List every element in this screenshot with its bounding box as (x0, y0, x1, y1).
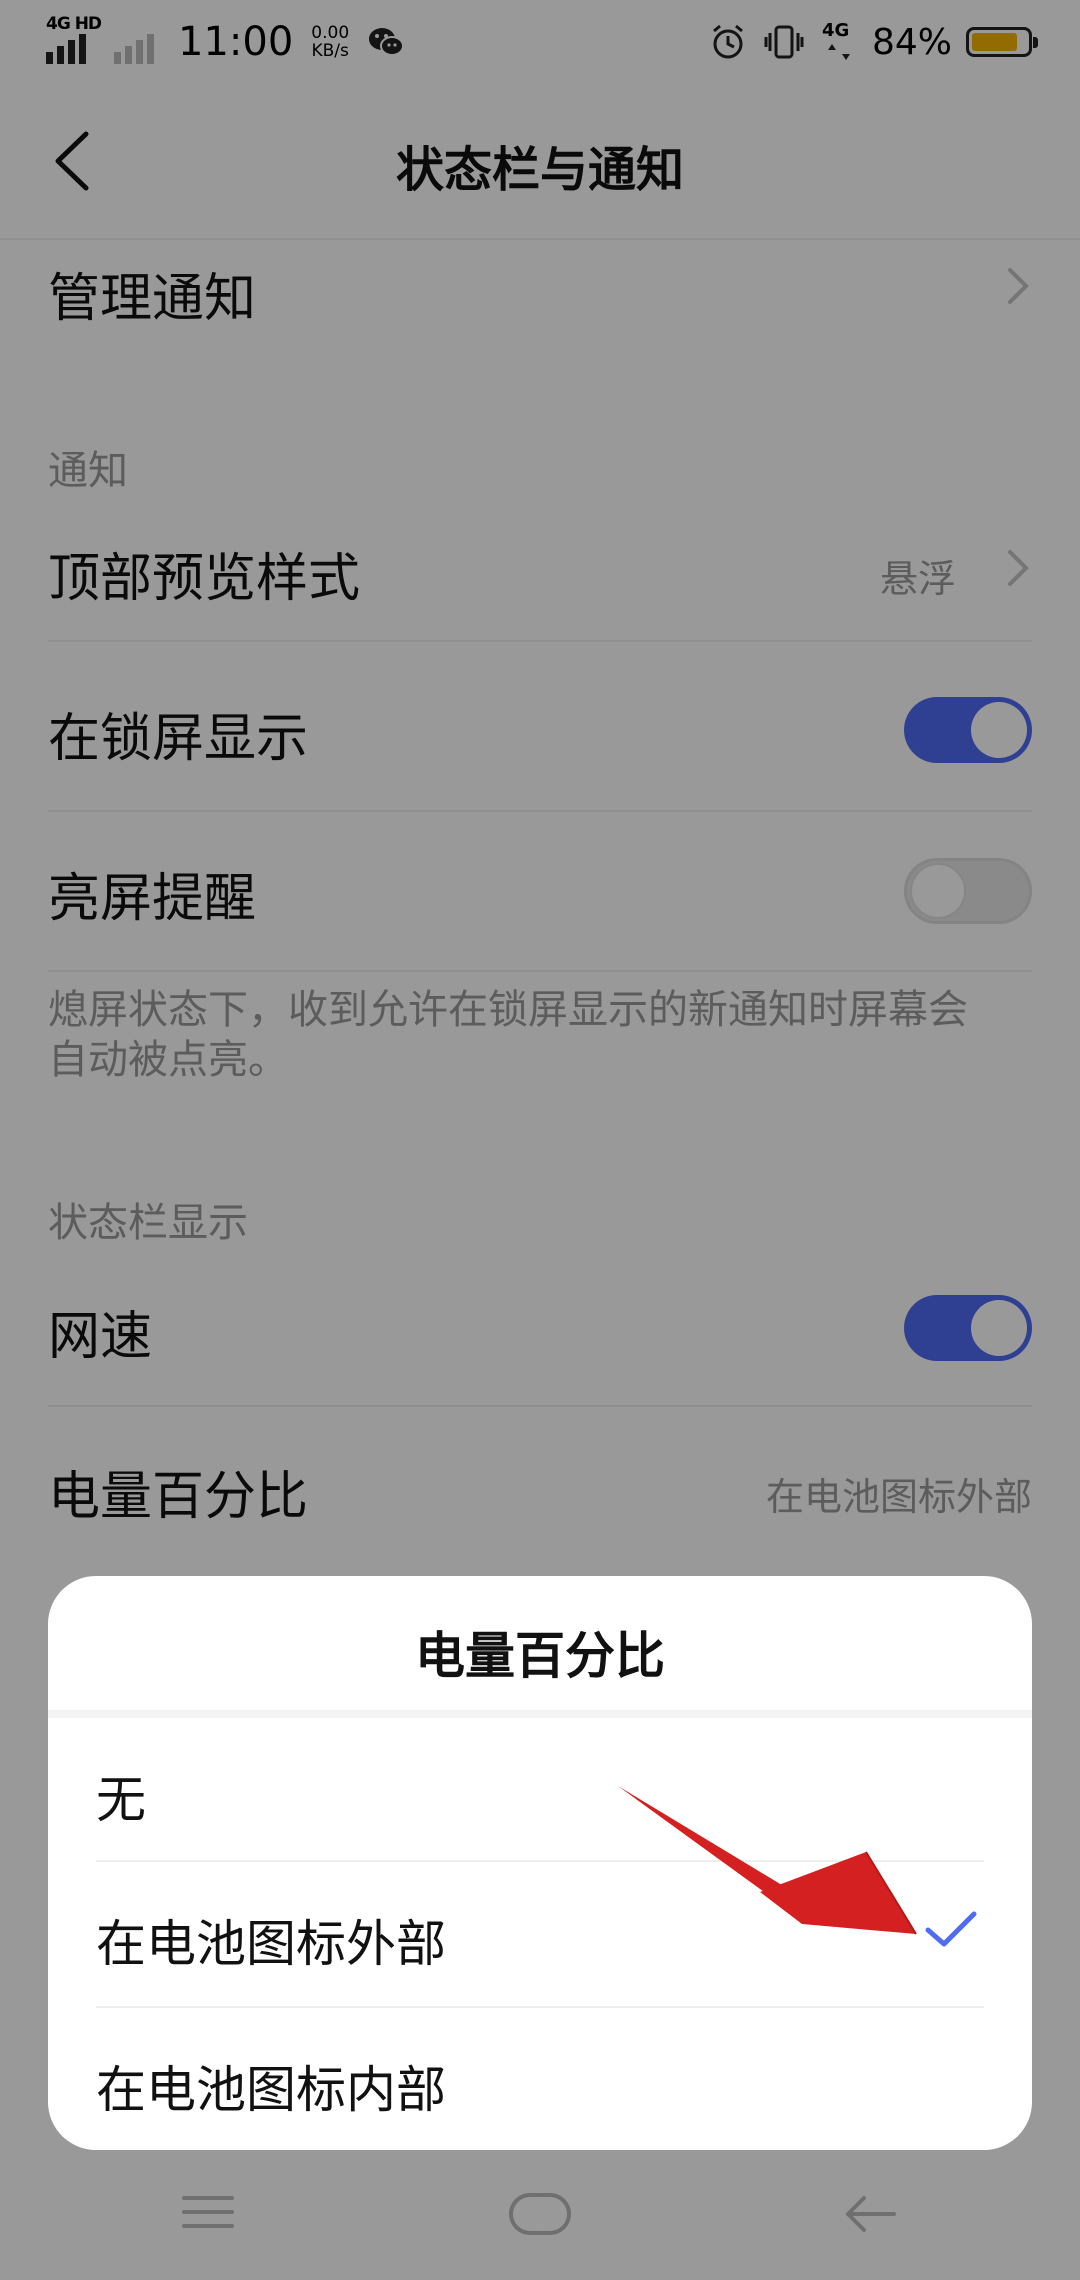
option-none[interactable]: 无 (96, 1718, 984, 1862)
home-icon[interactable] (508, 2192, 572, 2236)
settings-page: 4G HD 11:00 0.00 KB/s 4G 84% 状态栏与通知 管理通知… (0, 0, 1080, 2280)
checkmark-icon (925, 1911, 977, 1947)
option-label: 在电池图标外部 (96, 1915, 446, 1973)
option-label: 无 (96, 1771, 146, 1829)
option-inside-battery[interactable]: 在电池图标内部 (96, 2008, 984, 2150)
menu-icon[interactable] (180, 2192, 236, 2232)
dialog-title: 电量百分比 (415, 1627, 665, 1685)
option-label: 在电池图标内部 (96, 2061, 446, 2119)
dialog-title-divider (48, 1710, 1032, 1718)
battery-percentage-dialog: 电量百分比 无 在电池图标外部 在电池图标内部 (48, 1576, 1032, 2150)
option-outside-battery[interactable]: 在电池图标外部 (96, 1862, 984, 2006)
back-nav-icon[interactable] (842, 2192, 898, 2236)
system-nav-bar (0, 2150, 1080, 2280)
